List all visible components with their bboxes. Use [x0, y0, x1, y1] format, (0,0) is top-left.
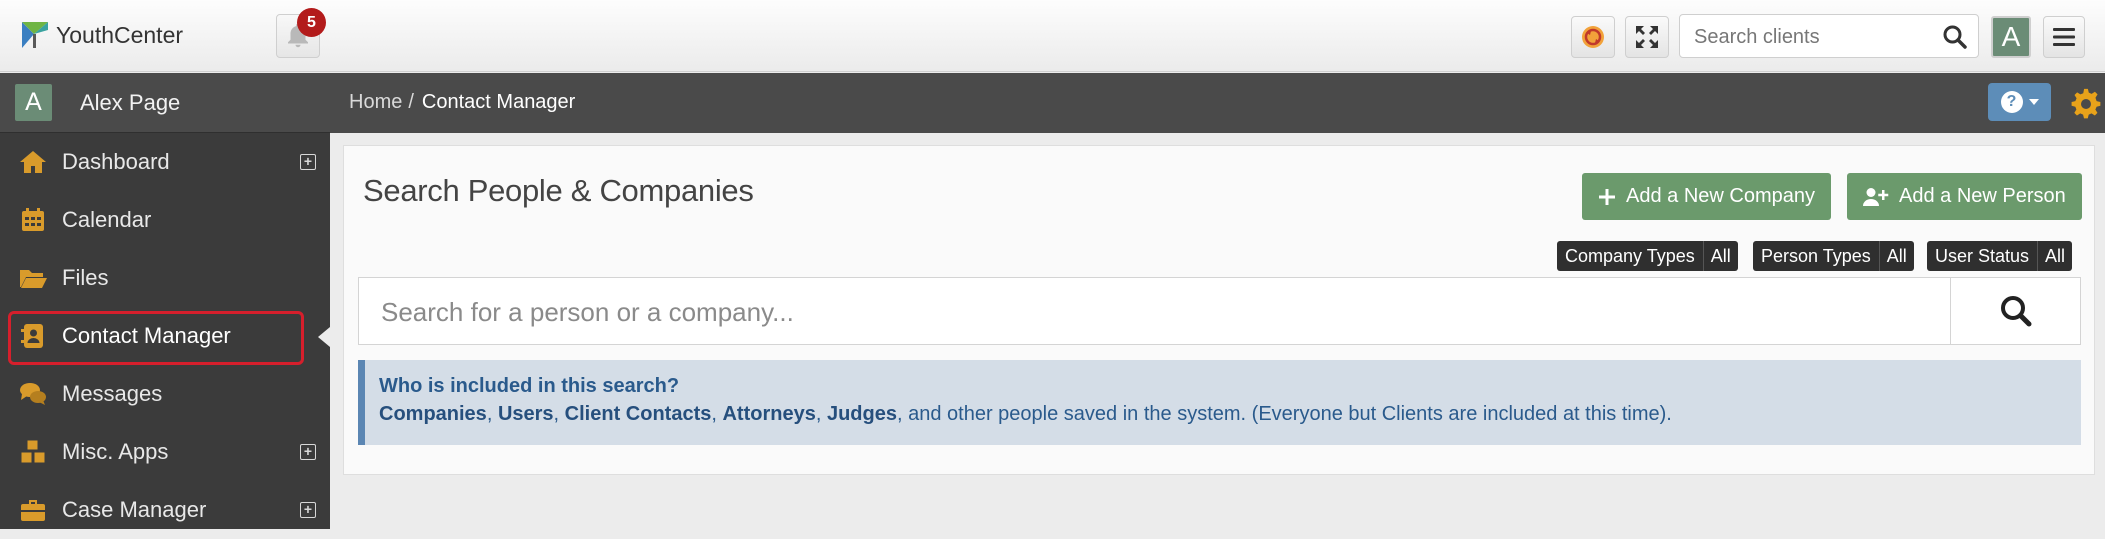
info-link-judges[interactable]: Judges [827, 403, 897, 425]
info-link-client-contacts[interactable]: Client Contacts [565, 403, 712, 425]
top-bar: YouthCenter 5 A [0, 0, 2105, 72]
people-company-search [358, 277, 2081, 345]
breadcrumb-bar: Home / Contact Manager ? [330, 73, 2105, 133]
add-person-label: Add a New Person [1899, 185, 2066, 207]
add-company-label: Add a New Company [1626, 185, 1815, 207]
fullscreen-button[interactable] [1625, 16, 1669, 58]
youthcenter-logo-icon [22, 22, 48, 48]
filter-value: All [2037, 241, 2072, 271]
chevron-down-icon [2028, 99, 2039, 105]
breadcrumb-home[interactable]: Home [349, 91, 402, 113]
sidebar-item-label: Calendar [62, 207, 152, 232]
sidebar-item-contact-manager[interactable]: Contact Manager [0, 307, 330, 365]
info-link-attorneys[interactable]: Attorneys [722, 403, 815, 425]
client-search-input[interactable] [1694, 25, 1934, 49]
info-tail: , and other people saved in the system. … [897, 403, 1672, 425]
sidebar-item-label: Misc. Apps [62, 439, 169, 464]
expand-icon[interactable]: + [300, 444, 316, 460]
company-types-filter[interactable]: Company Types All [1557, 241, 1738, 271]
breadcrumb-current: Contact Manager [421, 91, 576, 113]
gear-icon[interactable] [2070, 87, 2102, 119]
search-icon[interactable] [1942, 24, 1968, 50]
app-logo[interactable]: YouthCenter [20, 20, 183, 50]
filter-label: Company Types [1565, 245, 1695, 266]
page-title: Search People & Companies [363, 173, 754, 208]
active-pointer [318, 327, 330, 347]
sidebar-item-files[interactable]: Files [0, 249, 330, 307]
info-link-users[interactable]: Users [498, 403, 554, 425]
hamburger-icon [2053, 28, 2075, 46]
search-button[interactable] [1950, 278, 2080, 344]
search-icon [2000, 296, 2031, 327]
filter-label: User Status [1935, 245, 2030, 266]
plus-icon [1599, 188, 1615, 205]
sidebar-item-calendar[interactable]: Calendar [0, 191, 330, 249]
main-menu-button[interactable] [2043, 16, 2085, 58]
sync-button[interactable] [1571, 16, 1615, 58]
app-name: YouthCenter [56, 21, 184, 48]
add-person-button[interactable]: Add a New Person [1847, 173, 2082, 220]
breadcrumb: Home / Contact Manager [349, 91, 575, 114]
user-status-filter[interactable]: User Status All [1927, 241, 2073, 271]
info-text: Companies, Users, Client Contacts, Attor… [379, 403, 1672, 425]
breadcrumb-separator: / [408, 91, 414, 113]
expand-icon[interactable]: + [300, 154, 316, 170]
sidebar-item-label: Dashboard [62, 149, 170, 174]
briefcase-icon [17, 494, 49, 526]
cubes-icon [17, 436, 49, 468]
sidebar: A Alex Page Dashboard + Calendar Files C… [0, 73, 330, 529]
filter-label: Person Types [1761, 245, 1871, 266]
sidebar-item-label: Case Manager [62, 497, 207, 522]
sidebar-item-case-manager[interactable]: Case Manager + [0, 481, 330, 539]
filter-value: All [1878, 241, 1914, 271]
user-avatar-button[interactable]: A [1991, 16, 2031, 58]
active-item-highlight [8, 311, 304, 365]
help-button[interactable]: ? [1988, 83, 2051, 121]
user-plus-icon [1863, 187, 1889, 206]
sidebar-item-dashboard[interactable]: Dashboard + [0, 133, 330, 191]
person-types-filter[interactable]: Person Types All [1753, 241, 1914, 271]
info-link-companies[interactable]: Companies [379, 403, 487, 425]
client-search [1679, 14, 1979, 58]
search-panel: Search People & Companies Add a New Comp… [343, 145, 2095, 475]
expand-arrows-icon [1636, 26, 1658, 48]
folder-open-icon [17, 262, 49, 294]
people-search-input[interactable] [381, 296, 1781, 328]
sidebar-item-messages[interactable]: Messages [0, 365, 330, 423]
search-info-box: Who is included in this search? Companie… [358, 360, 2081, 445]
notification-count-badge: 5 [297, 8, 326, 37]
sidebar-item-misc-apps[interactable]: Misc. Apps + [0, 423, 330, 481]
sidebar-item-label: Messages [62, 381, 163, 406]
expand-icon[interactable]: + [300, 502, 316, 518]
sync-icon [1582, 26, 1604, 48]
info-heading: Who is included in this search? [379, 375, 680, 397]
question-icon: ? [2000, 91, 2023, 113]
sidebar-user[interactable]: A Alex Page [0, 73, 330, 133]
sidebar-item-label: Files [62, 265, 109, 290]
home-icon [17, 146, 49, 178]
user-name: Alex Page [80, 89, 181, 115]
filter-value: All [1702, 241, 1738, 271]
add-company-button[interactable]: Add a New Company [1582, 173, 1831, 220]
calendar-icon [17, 204, 49, 236]
comments-icon [17, 378, 49, 410]
avatar: A [15, 84, 52, 121]
